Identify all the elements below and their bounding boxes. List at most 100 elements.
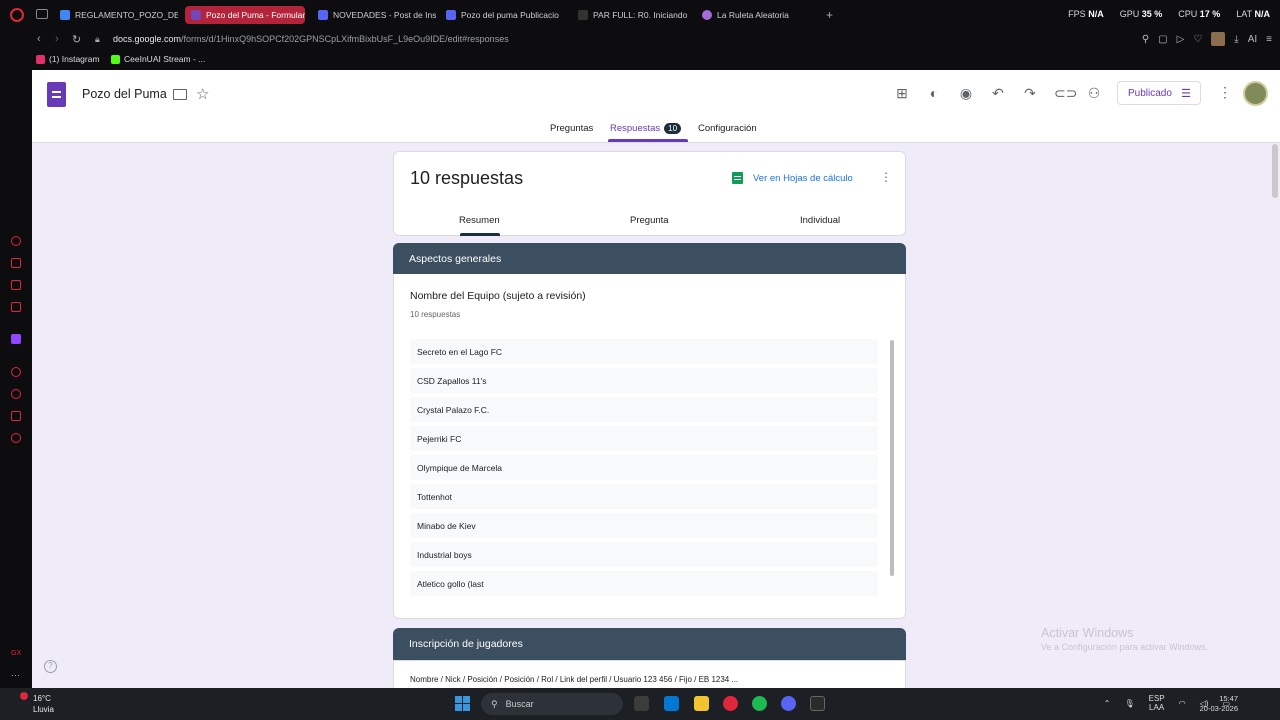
tab-publicacion[interactable]: Pozo del puma Publicacio	[446, 6, 564, 24]
file-explorer-icon[interactable]	[694, 696, 709, 711]
reload-icon[interactable]: ↻	[72, 33, 81, 46]
snapshot-icon[interactable]: ▢	[1158, 34, 1167, 45]
more-vert-icon[interactable]: ⋮	[1218, 84, 1232, 101]
addon-icon[interactable]: ⊞	[894, 85, 910, 102]
palette-icon[interactable]: ◐	[926, 85, 942, 101]
responses-more-icon[interactable]: ⋮	[880, 170, 892, 184]
kick-icon	[111, 54, 120, 64]
lock-icon[interactable]: 🔒︎	[95, 34, 100, 45]
tab-par-full[interactable]: PAR FULL: R0. Iniciando c	[578, 6, 690, 24]
spotify-icon[interactable]	[752, 696, 767, 711]
star-icon[interactable]: ☆	[196, 85, 209, 103]
forms-page: Pozo del Puma ☆ ⊞ ◐ ◉ ↶ ↷ ⊂⊃ ⚇ Publicado…	[32, 70, 1280, 688]
gx-corner-icon[interactable]	[11, 258, 21, 268]
weather-widget[interactable]: 16°C Lluvia	[33, 693, 54, 715]
add-collaborator-icon[interactable]: ⚇	[1086, 85, 1102, 102]
redo-icon[interactable]: ↷	[1022, 85, 1038, 102]
taskbar-clock[interactable]: 15:47 20-03-2026	[1200, 694, 1238, 714]
ruleta-favicon-icon	[702, 10, 712, 20]
gpu-label: GPU	[1119, 9, 1140, 19]
section-header-players: Inscripción de jugadores	[393, 628, 906, 660]
store-icon[interactable]	[664, 696, 679, 711]
tab-questions[interactable]: Preguntas	[550, 123, 593, 134]
fps-label: FPS	[1068, 9, 1086, 19]
folder-icon[interactable]	[173, 89, 187, 100]
subtab-individual[interactable]: Individual	[800, 215, 840, 226]
tray-overflow-icon[interactable]: ⌃	[1104, 699, 1111, 708]
help-icon[interactable]: ?	[44, 660, 57, 673]
windows-start-icon[interactable]	[455, 696, 470, 711]
download-icon[interactable]: ⤓	[1234, 34, 1238, 45]
address-bar-row: ‹ › ↻ 🔒︎ docs.google.com/forms/d/1HinxQ9…	[0, 30, 1280, 50]
sidebar-more-icon[interactable]: ⋯	[11, 670, 21, 680]
address-bar-actions: ⚲ ▢ ▷ ♡ ⤓ AI ≡	[1142, 32, 1272, 46]
tab-responses-label: Respuestas	[610, 123, 661, 134]
tab-novedades[interactable]: NOVEDADES - Post de Ins	[318, 6, 436, 24]
forward-icon[interactable]: ›	[55, 33, 59, 45]
page-scrollbar[interactable]	[1272, 144, 1278, 198]
bookmark-instagram[interactable]: (1) Instagram	[36, 54, 100, 64]
windows-taskbar: 16°C Lluvia ⚲ Buscar ⌃ 🎙︎ ESP LAA ◠ ◁) ▭…	[0, 688, 1280, 720]
task-view-icon[interactable]	[634, 696, 649, 711]
published-button[interactable]: Publicado ☰	[1117, 81, 1201, 105]
tab-ruleta[interactable]: La Ruleta Aleatoria	[702, 6, 812, 24]
gx-control-icon[interactable]	[11, 236, 21, 246]
play-icon[interactable]: ▷	[1177, 34, 1185, 45]
tab-label: La Ruleta Aleatoria	[717, 10, 789, 20]
answer-item: Industrial boys	[410, 542, 878, 567]
subtab-question[interactable]: Pregunta	[630, 215, 669, 226]
bookmarks-bar: (1) Instagram CeeInUAI Stream - ...	[0, 50, 1280, 70]
undo-icon[interactable]: ↶	[990, 85, 1006, 102]
instagram-sidebar-icon[interactable]	[11, 280, 21, 290]
twitch-icon[interactable]	[11, 334, 21, 344]
cpu-value: 17 %	[1199, 9, 1221, 19]
view-in-sheets-label: Ver en Hojas de cálculo	[753, 172, 853, 184]
tab-pozo-formulario[interactable]: Pozo del Puma - Formular	[185, 6, 305, 24]
player-icon[interactable]	[11, 367, 21, 377]
answer-item: Atletico gollo (last	[410, 571, 878, 596]
search-icon: ⚲	[491, 698, 498, 709]
tab-menu-icon[interactable]	[36, 9, 48, 19]
pin-icon[interactable]: ⚲	[1142, 34, 1149, 45]
lat-value: N/A	[1254, 9, 1271, 19]
wifi-icon[interactable]: ◠	[1179, 699, 1186, 708]
tab-reglamento[interactable]: REGLAMENTO_POZO_DEL	[60, 6, 178, 24]
extensions-icon[interactable]	[11, 411, 21, 421]
account-avatar[interactable]	[1243, 81, 1268, 106]
tune-icon: ☰	[1181, 88, 1191, 100]
profile-avatar[interactable]	[1211, 32, 1226, 46]
form-title[interactable]: Pozo del Puma	[82, 87, 167, 101]
language-indicator[interactable]: ESP LAA	[1149, 694, 1165, 712]
heart-icon[interactable]: ♡	[1193, 34, 1202, 45]
mic-icon[interactable]: 🎙︎	[1124, 699, 1134, 708]
question-response-count: 10 respuestas	[410, 310, 461, 319]
back-icon[interactable]: ‹	[37, 33, 41, 45]
steam-icon[interactable]	[810, 696, 825, 711]
preview-eye-icon[interactable]: ◉	[958, 85, 974, 102]
link-icon[interactable]: ⊂⊃	[1054, 85, 1077, 102]
subtab-summary[interactable]: Resumen	[459, 215, 500, 226]
aria-ai-button[interactable]: AI	[1248, 34, 1257, 45]
opera-logo-icon[interactable]	[10, 8, 24, 22]
activate-subtitle: Ve a Configuración para activar Windows.	[1041, 642, 1209, 652]
google-forms-logo-icon[interactable]	[47, 82, 66, 107]
discord-icon[interactable]	[781, 696, 796, 711]
url-field[interactable]: docs.google.com/forms/d/1HinxQ9hSOPCf202…	[113, 34, 509, 44]
taskbar-search[interactable]: ⚲ Buscar	[481, 693, 623, 715]
bookmark-stream[interactable]: CeeInUAI Stream - ...	[111, 54, 205, 64]
clock-date: 20-03-2026	[1199, 704, 1238, 713]
tab-responses[interactable]: Respuestas 10	[610, 123, 682, 134]
responses-count-badge: 10	[664, 123, 682, 134]
opera-gx-icon[interactable]	[723, 696, 738, 711]
answers-scrollbar[interactable]	[890, 340, 894, 576]
menu-icon[interactable]: ≡	[1266, 34, 1272, 45]
new-tab-button[interactable]: +	[826, 8, 833, 22]
published-label: Publicado	[1128, 87, 1172, 99]
view-in-sheets-link[interactable]: Ver en Hojas de cálculo	[732, 172, 853, 184]
gx-icon[interactable]: GX	[11, 650, 21, 660]
tab-label: PAR FULL: R0. Iniciando c	[593, 10, 690, 20]
tab-settings[interactable]: Configuración	[698, 123, 757, 134]
history-icon[interactable]	[11, 389, 21, 399]
settings-icon[interactable]	[11, 433, 21, 443]
messenger-sidebar-icon[interactable]	[11, 302, 21, 312]
